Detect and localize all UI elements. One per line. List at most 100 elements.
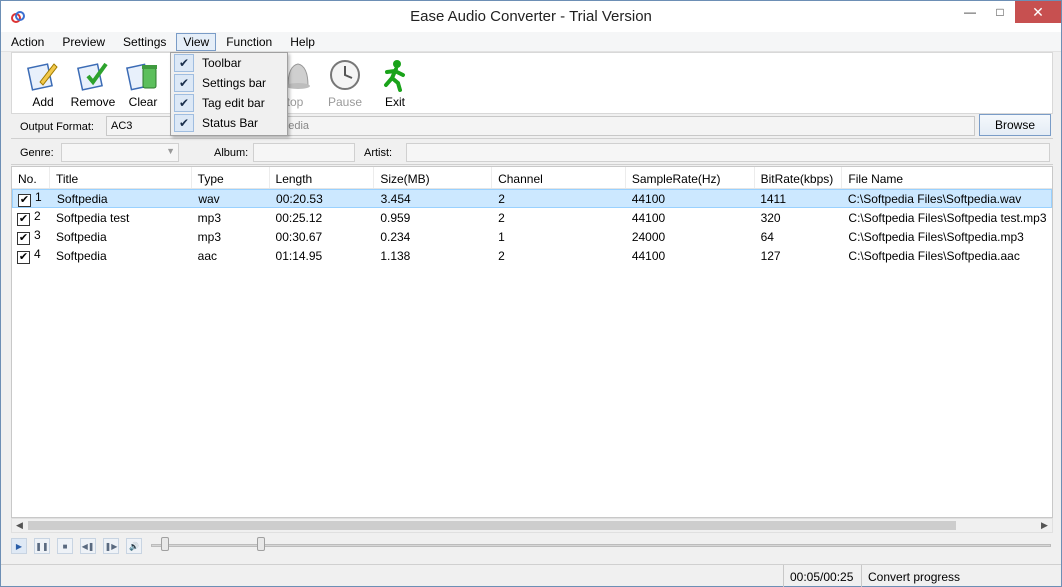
window-controls: — □ ✕ [955,1,1061,23]
pause-icon[interactable]: ❚❚ [34,538,50,554]
table-header: No. Title Type Length Size(MB) Channel S… [12,167,1052,189]
row-checkbox[interactable]: ✔ [17,213,30,226]
row-no-cell: ✔ 1 [13,190,51,207]
pause-button[interactable]: Pause [320,53,370,113]
stop-square-icon[interactable]: ■ [57,538,73,554]
cell-samplerate: 24000 [631,229,666,244]
genre-label: Genre: [20,147,54,159]
cell-bitrate: 320 [760,210,781,225]
menu-preview[interactable]: Preview [54,33,113,51]
cell-title: Softpedia test [55,210,130,225]
table-body: ✔ 1 Softpedia wav 00:20.53 3.454 2 44100 1411 C:\… [12,189,1052,265]
cell-length: 01:14.95 [275,248,323,263]
scroll-left-icon[interactable]: ◀ [12,519,27,532]
check-icon: ✔ [174,94,194,112]
pause-label: Pause [327,95,363,109]
genre-select[interactable]: ▼ [61,143,179,162]
row-no-cell: ✔ 3 [12,228,50,245]
status-progress-label: Convert progress [861,565,1061,587]
cell-size: 3.454 [380,191,411,206]
cell-samplerate: 44100 [631,210,666,225]
menu-settings[interactable]: Settings [115,33,174,51]
status-time: 00:05/00:25 [783,565,861,587]
output-path-field[interactable]: ftpedia [271,116,975,136]
menu-bar: Action Preview Settings View Function He… [1,32,1061,52]
row-number: 4 [34,247,41,261]
clear-label: Clear [128,95,158,109]
menu-function[interactable]: Function [218,33,280,51]
table-row[interactable]: ✔ 4 Softpedia aac 01:14.95 1.138 2 44100 127 C:\S… [12,246,1052,265]
horizontal-scrollbar[interactable]: ◀ ▶ [11,518,1053,533]
check-icon: ✔ [174,114,194,132]
menu-help[interactable]: Help [282,33,323,51]
row-checkbox[interactable]: ✔ [17,232,30,245]
seek-slider-handle[interactable] [257,537,265,551]
play-icon[interactable]: ▶ [11,538,27,554]
view-menu-item-tag-edit-bar[interactable]: ✔ Tag edit bar [171,93,287,113]
album-input[interactable] [253,143,355,162]
table-row[interactable]: ✔ 1 Softpedia wav 00:20.53 3.454 2 44100 1411 C:\… [12,189,1052,208]
cell-channel: 2 [498,191,505,206]
close-button[interactable]: ✕ [1015,1,1061,23]
volume-slider-handle[interactable] [161,537,169,551]
row-number: 1 [35,190,42,204]
col-filename[interactable]: File Name [842,167,1052,188]
row-checkbox[interactable]: ✔ [18,194,31,207]
cell-channel: 2 [498,248,505,263]
row-checkbox[interactable]: ✔ [17,251,30,264]
table-row[interactable]: ✔ 3 Softpedia mp3 00:30.67 0.234 1 24000 64 C:\So… [12,227,1052,246]
check-icon: ✔ [174,54,194,72]
volume-icon[interactable]: 🔊 [126,538,142,554]
seek-track[interactable] [151,544,1051,547]
cell-file: C:\Softpedia Files\Softpedia.wav [847,191,1022,206]
col-channel[interactable]: Channel [492,167,626,188]
col-size[interactable]: Size(MB) [374,167,493,188]
app-window: Ease Audio Converter - Trial Version — □… [0,0,1062,587]
artist-label: Artist: [364,147,393,159]
scroll-right-icon[interactable]: ▶ [1037,519,1052,532]
browse-button[interactable]: Browse [979,114,1051,136]
menu-action[interactable]: Action [3,33,52,51]
col-type[interactable]: Type [192,167,270,188]
minimize-button[interactable]: — [955,1,985,23]
player-bar: ▶ ❚❚ ■ ◀❚ ❚▶ 🔊 [11,536,1053,556]
cell-channel: 1 [498,229,505,244]
clear-icon [125,57,161,93]
clock-icon [327,57,363,93]
scroll-thumb[interactable] [28,521,956,530]
output-format-select[interactable]: AC3 [106,116,176,136]
menu-view[interactable]: View [176,32,217,51]
table-row[interactable]: ✔ 2 Softpedia test mp3 00:25.12 0.959 2 44100 32… [12,208,1052,227]
remove-button[interactable]: Remove [68,53,118,113]
cell-size: 0.959 [380,210,411,225]
view-menu-item-settings-bar[interactable]: ✔ Settings bar [171,73,287,93]
cell-type: aac [197,248,218,263]
status-empty [1,565,783,587]
view-menu-dropdown: ✔ Toolbar ✔ Settings bar ✔ Tag edit bar ✔ St… [170,52,288,136]
view-menu-item-status-bar[interactable]: ✔ Status Bar [171,113,287,133]
col-no[interactable]: No. [12,167,50,188]
cell-size: 0.234 [380,229,411,244]
previous-icon[interactable]: ◀❚ [80,538,96,554]
col-bitrate[interactable]: BitRate(kbps) [755,167,843,188]
next-icon[interactable]: ❚▶ [103,538,119,554]
cell-file: C:\Softpedia Files\Softpedia.mp3 [848,229,1024,244]
maximize-button[interactable]: □ [985,1,1015,23]
artist-input[interactable] [406,143,1050,162]
add-button[interactable]: Add [18,53,68,113]
cell-length: 00:25.12 [275,210,323,225]
view-menu-item-toolbar[interactable]: ✔ Toolbar [171,53,287,73]
exit-button[interactable]: Exit [370,53,420,113]
cell-length: 00:20.53 [276,191,323,206]
clear-button[interactable]: Clear [118,53,168,113]
row-number: 2 [34,209,41,223]
col-samplerate[interactable]: SampleRate(Hz) [626,167,755,188]
col-title[interactable]: Title [50,167,192,188]
cell-bitrate: 64 [760,229,774,244]
chevron-down-icon: ▼ [166,146,175,156]
cell-title: Softpedia [56,191,108,206]
cell-type: mp3 [197,229,221,244]
settings-bar: Output Format: AC3 ftpedia Browse [11,114,1053,139]
col-length[interactable]: Length [270,167,375,188]
row-number: 3 [34,228,41,242]
